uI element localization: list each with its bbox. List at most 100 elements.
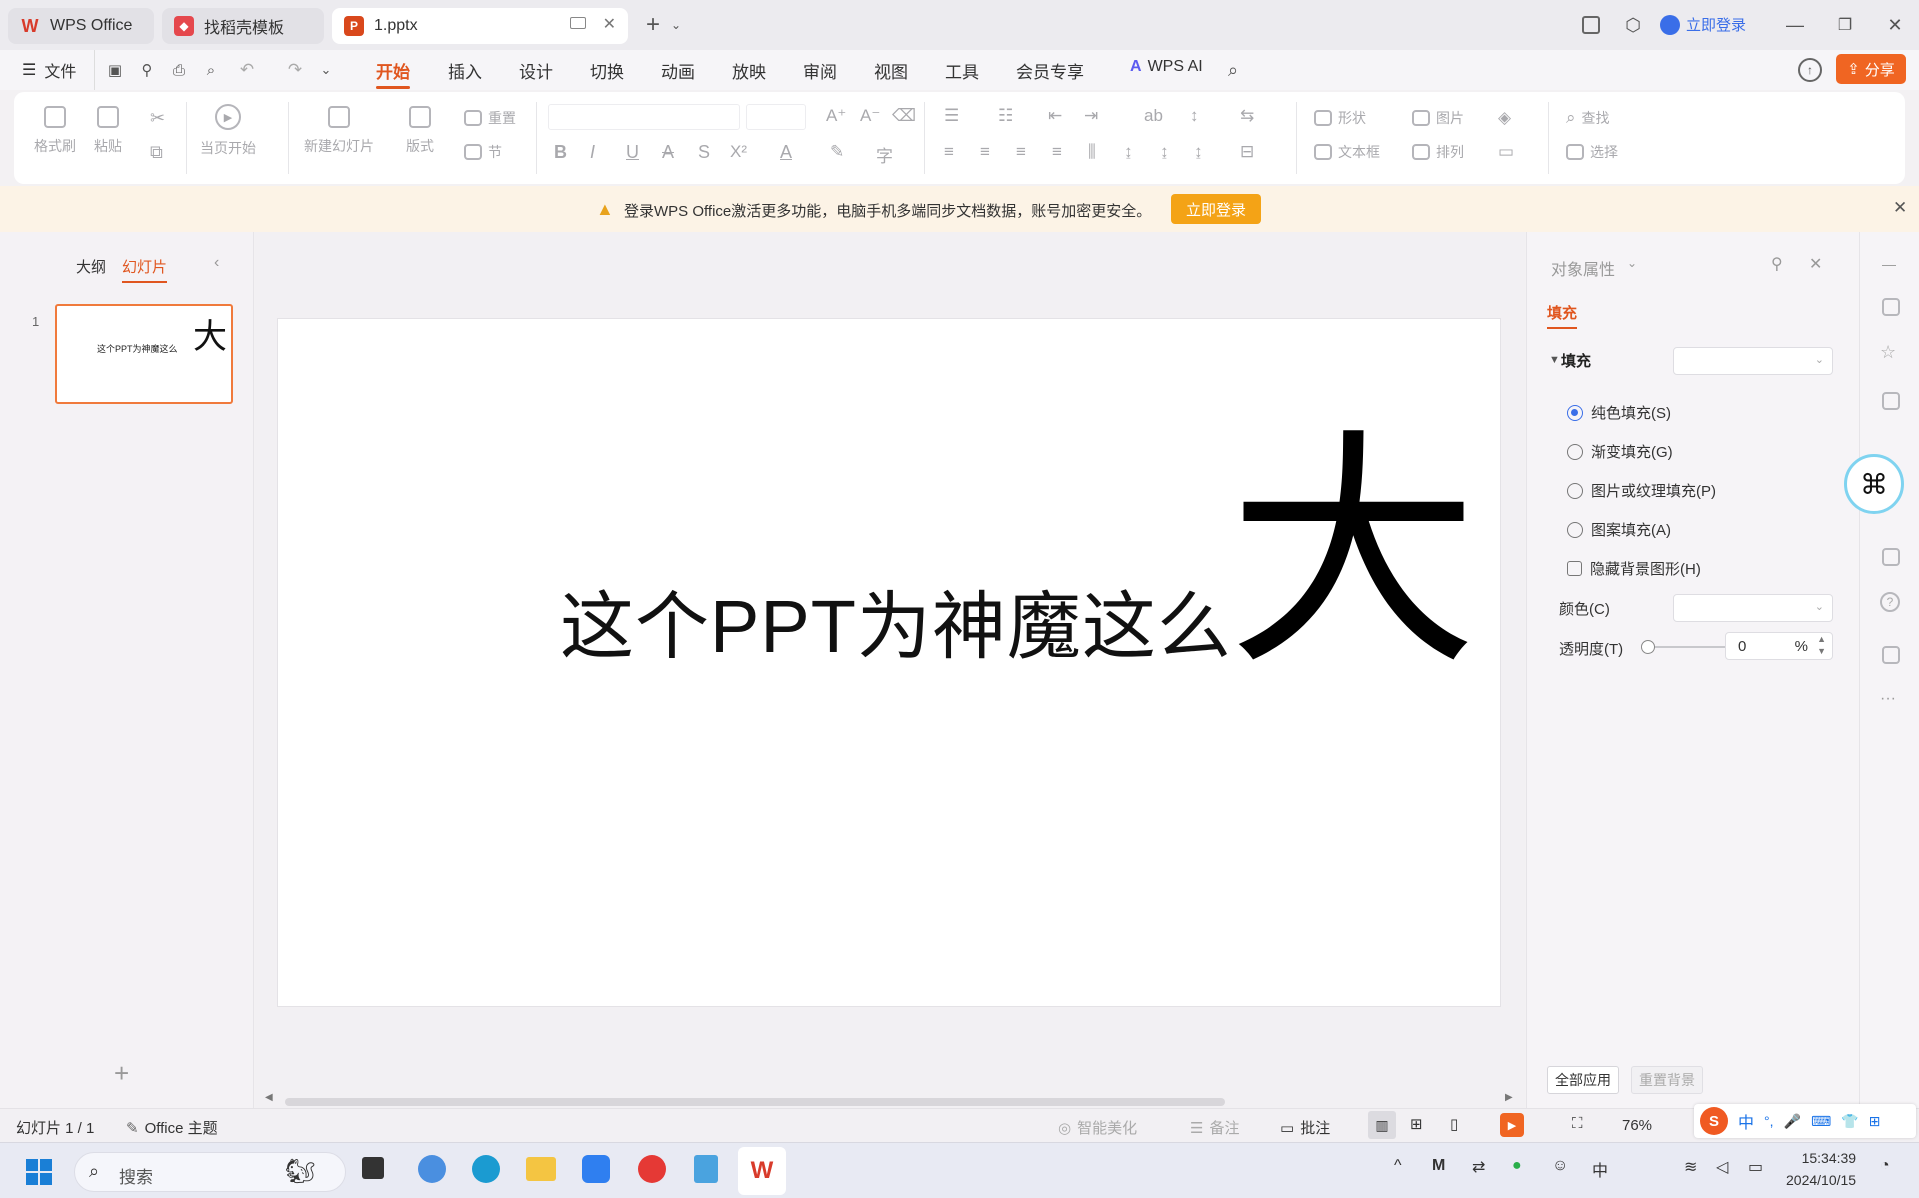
grid-view-icon[interactable]: ⊞ bbox=[1410, 1115, 1423, 1133]
option-solid-fill[interactable]: 纯色填充(S) bbox=[1567, 402, 1671, 423]
align-center-icon[interactable]: ≡ bbox=[980, 142, 990, 162]
more-icon[interactable]: ··· bbox=[1880, 690, 1896, 708]
option-picture-fill[interactable]: 图片或纹理填充(P) bbox=[1567, 480, 1716, 501]
cut-icon[interactable]: ✂ bbox=[150, 108, 165, 129]
reading-view-icon[interactable]: ▯ bbox=[1450, 1115, 1458, 1133]
collapse-panel-icon[interactable]: ‹ bbox=[214, 254, 219, 272]
horizontal-scrollbar[interactable] bbox=[285, 1098, 1225, 1106]
fill-type-select[interactable]: ⌄ bbox=[1673, 347, 1833, 375]
theme-button[interactable]: ✎ Office 主题 bbox=[126, 1117, 218, 1138]
tab-docer-templates[interactable]: ◆ 找稻壳模板 bbox=[162, 8, 324, 44]
paragraph-spacing-icon[interactable]: ↨ bbox=[1160, 142, 1169, 162]
hide-background-checkbox[interactable]: 隐藏背景图形(H) bbox=[1567, 558, 1701, 579]
fill-bucket-icon[interactable]: ◈ bbox=[1498, 108, 1511, 128]
cube-icon[interactable]: ⬡ bbox=[1622, 14, 1644, 36]
file-explorer-icon[interactable] bbox=[526, 1157, 556, 1181]
wps-taskbar-button[interactable]: W bbox=[738, 1147, 786, 1195]
font-color-icon[interactable]: A bbox=[780, 142, 792, 163]
feishu-icon[interactable] bbox=[582, 1155, 610, 1183]
ime-indicator[interactable]: 中 bbox=[1592, 1157, 1608, 1181]
chevron-down-icon[interactable]: ⌄ bbox=[668, 14, 684, 36]
char-spacing-icon[interactable]: 字 bbox=[876, 142, 893, 167]
close-window-icon[interactable]: ✕ bbox=[1880, 12, 1910, 38]
close-panel-icon[interactable]: ✕ bbox=[1809, 254, 1822, 274]
task-view-icon[interactable] bbox=[362, 1157, 384, 1179]
wechat-icon[interactable]: ● bbox=[1512, 1157, 1522, 1175]
menu-slideshow[interactable]: 放映 bbox=[732, 58, 766, 83]
redo-icon[interactable]: ↷ bbox=[284, 59, 306, 81]
wifi-icon[interactable]: ≋ bbox=[1684, 1157, 1697, 1177]
color-select[interactable]: ⌄ bbox=[1673, 594, 1833, 622]
print-icon[interactable]: ⎙ bbox=[168, 59, 190, 81]
spacing-options-icon[interactable]: ↨ bbox=[1194, 142, 1203, 162]
tab-pptx-file[interactable]: P 1.pptx ✕ bbox=[332, 8, 628, 44]
skin-icon[interactable]: 👕 bbox=[1841, 1113, 1858, 1130]
new-tab-icon[interactable]: + bbox=[640, 11, 666, 38]
slide-thumbnail[interactable]: 这个PPT为神魔这么 大 bbox=[55, 304, 233, 404]
clock[interactable]: 15:34:39 2024/10/15 bbox=[1786, 1147, 1856, 1191]
add-slide-icon[interactable]: + bbox=[114, 1058, 129, 1089]
select-button[interactable]: 选择 bbox=[1566, 142, 1618, 162]
print-preview-icon[interactable]: ⌕ bbox=[200, 59, 222, 81]
menu-design[interactable]: 设计 bbox=[519, 58, 553, 83]
tools-icon[interactable] bbox=[1882, 646, 1900, 664]
paste-button[interactable]: 粘贴 bbox=[94, 106, 122, 156]
slider-handle[interactable] bbox=[1641, 640, 1655, 654]
tab-slides[interactable]: 幻灯片 bbox=[122, 256, 168, 283]
menu-view[interactable]: 视图 bbox=[874, 58, 908, 83]
share-button[interactable]: ⇪ 分享 bbox=[1836, 54, 1906, 84]
apply-all-button[interactable]: 全部应用 bbox=[1547, 1066, 1619, 1094]
ai-assistant-icon[interactable]: ⌘ bbox=[1844, 454, 1904, 514]
undo-icon[interactable]: ↶ bbox=[236, 59, 258, 81]
format-painter-button[interactable]: 格式刷 bbox=[34, 106, 76, 156]
play-from-current-button[interactable]: ▶ 当页开始 bbox=[200, 104, 256, 158]
expand-triangle-icon[interactable]: ▼ bbox=[1549, 354, 1560, 366]
notepad-icon[interactable] bbox=[694, 1155, 718, 1183]
find-button[interactable]: ⌕ 查找 bbox=[1566, 108, 1610, 128]
book-icon[interactable] bbox=[1882, 548, 1900, 566]
ime-toolbar[interactable]: S 中 °, 🎤 ⌨ 👕 ⊞ bbox=[1694, 1104, 1916, 1138]
help-icon[interactable]: ? bbox=[1880, 592, 1900, 612]
text-direction-icon[interactable]: ab bbox=[1144, 106, 1163, 126]
line-spacing-icon[interactable]: ↨ bbox=[1124, 142, 1133, 162]
file-menu-button[interactable]: ☰ 文件 bbox=[22, 58, 76, 82]
monitor-icon[interactable] bbox=[570, 17, 586, 29]
smart-beautify-button[interactable]: ◎ 智能美化 bbox=[1058, 1117, 1137, 1138]
option-gradient-fill[interactable]: 渐变填充(G) bbox=[1567, 441, 1673, 462]
tab-outline[interactable]: 大纲 bbox=[76, 256, 106, 277]
slide-big-char[interactable]: 大 bbox=[1228, 429, 1478, 679]
menu-animation[interactable]: 动画 bbox=[661, 58, 695, 83]
menu-tools[interactable]: 工具 bbox=[945, 58, 979, 83]
login-button[interactable]: 立即登录 bbox=[1660, 14, 1746, 35]
battery-icon[interactable]: ▭ bbox=[1748, 1157, 1763, 1177]
notes-button[interactable]: ☰ 备注 bbox=[1190, 1117, 1239, 1138]
settings-tray-icon[interactable]: ⇄ bbox=[1472, 1157, 1485, 1177]
link-icon[interactable]: ⚲ bbox=[136, 59, 158, 81]
grow-font-icon[interactable]: A⁺ bbox=[826, 106, 846, 126]
windows-start-icon[interactable] bbox=[26, 1159, 52, 1185]
edge-icon[interactable] bbox=[472, 1155, 500, 1183]
sort-icon[interactable]: ↕ bbox=[1190, 106, 1199, 126]
menu-transition[interactable]: 切换 bbox=[590, 58, 624, 83]
spinner-icon[interactable]: ▲ ▼ bbox=[1817, 633, 1826, 657]
ime-mode[interactable]: 中 bbox=[1738, 1109, 1754, 1133]
new-slide-button[interactable]: 新建幻灯片 bbox=[304, 106, 374, 156]
star-icon[interactable]: ☆ bbox=[1880, 342, 1896, 363]
convert-icon[interactable]: ⇆ bbox=[1240, 106, 1254, 126]
show-hidden-icons[interactable]: ^ bbox=[1394, 1157, 1402, 1175]
sogou-icon[interactable]: S bbox=[1700, 1107, 1728, 1135]
align-right-icon[interactable]: ≡ bbox=[1016, 142, 1026, 162]
arrange-button[interactable]: 排列 bbox=[1412, 142, 1464, 162]
tab-wps-office[interactable]: W WPS Office bbox=[8, 8, 154, 44]
italic-icon[interactable]: I bbox=[590, 142, 595, 163]
window-mode-icon[interactable] bbox=[1582, 16, 1600, 34]
justify-icon[interactable]: ≡ bbox=[1052, 142, 1062, 162]
punctuation-icon[interactable]: °, bbox=[1764, 1113, 1774, 1129]
cloud-upload-icon[interactable]: ↑ bbox=[1798, 58, 1822, 82]
picture-button[interactable]: 图片 bbox=[1412, 108, 1464, 128]
eraser-icon[interactable]: ⌫ bbox=[892, 106, 916, 126]
shadow-text-icon[interactable]: S bbox=[698, 142, 710, 163]
shape-button[interactable]: 形状 bbox=[1314, 108, 1366, 128]
scroll-right-icon[interactable]: ▶ bbox=[1505, 1092, 1513, 1103]
align-left-icon[interactable]: ≡ bbox=[944, 142, 954, 162]
